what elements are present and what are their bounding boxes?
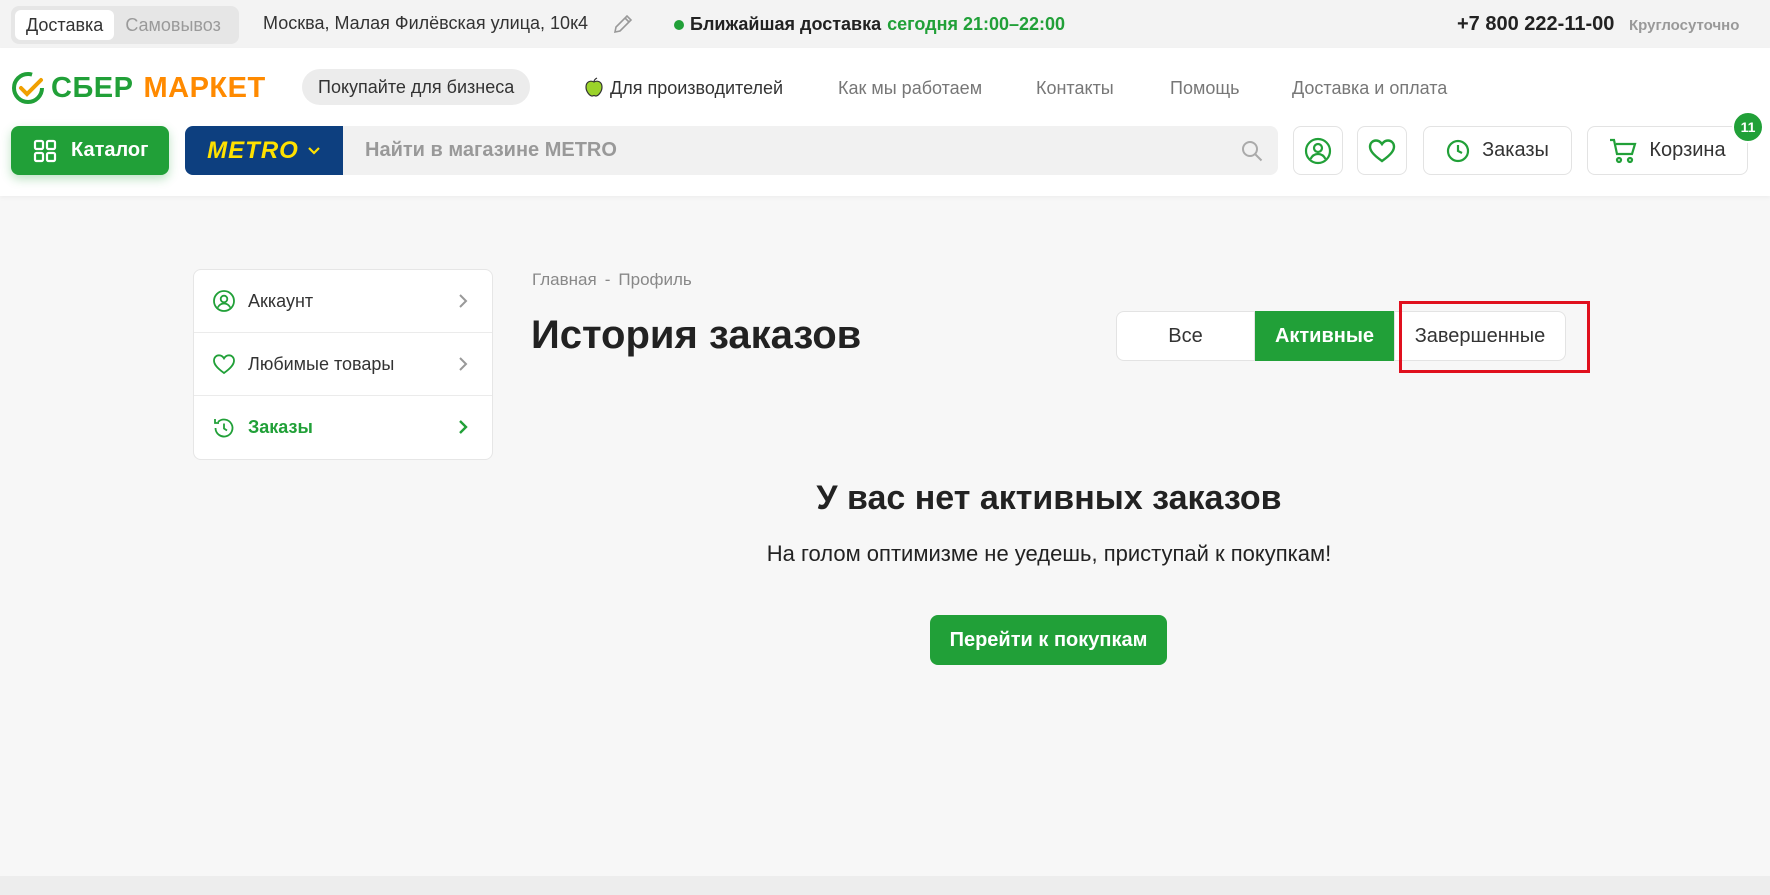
catalog-button[interactable]: Каталог: [11, 126, 169, 175]
header: СБЕР МАРКЕТ Покупайте для бизнеса Для пр…: [0, 48, 1770, 196]
support-hours: Круглосуточно: [1629, 17, 1740, 34]
store-selector[interactable]: METRO: [185, 126, 343, 175]
nav-help[interactable]: Помощь: [1170, 78, 1240, 99]
logo-text-market: МАРКЕТ: [143, 71, 266, 104]
sidebar-item-label: Заказы: [248, 417, 313, 437]
cart-button[interactable]: Корзина: [1587, 126, 1748, 175]
chevron-right-icon: [459, 420, 468, 434]
sbermarket-logo[interactable]: СБЕР МАРКЕТ: [11, 71, 266, 105]
heart-icon: [213, 354, 235, 375]
store-name: METRO: [207, 136, 299, 164]
sidebar-item-orders[interactable]: Заказы: [194, 396, 492, 459]
cart-count-badge: 11: [1732, 111, 1764, 143]
go-shopping-button[interactable]: Перейти к покупкам: [930, 615, 1167, 665]
history-icon: [214, 418, 234, 437]
sidebar-item-label: Любимые товары: [248, 353, 395, 374]
grid-icon: [33, 139, 57, 162]
search-icon[interactable]: [1240, 139, 1264, 163]
breadcrumb-home[interactable]: Главная: [532, 270, 597, 290]
apple-icon: [585, 77, 603, 97]
user-icon: [213, 290, 235, 312]
user-icon: [1304, 137, 1332, 164]
orders-button[interactable]: Заказы: [1423, 126, 1572, 175]
mode-pickup[interactable]: Самовывоз: [114, 10, 232, 40]
logo-check-icon: [12, 72, 44, 104]
tab-all[interactable]: Все: [1116, 311, 1255, 361]
business-button[interactable]: Покупайте для бизнеса: [302, 69, 531, 105]
heart-icon: [1368, 138, 1396, 162]
catalog-label: Каталог: [71, 139, 149, 161]
nav-delivery-payment[interactable]: Доставка и оплата: [1292, 78, 1447, 99]
nearest-delivery: Ближайшая доставка сегодня 21:00–22:00: [674, 14, 1065, 35]
support-phone[interactable]: +7 800 222-11-00: [1457, 13, 1614, 36]
nearest-delivery-time: сегодня 21:00–22:00: [887, 14, 1066, 34]
pencil-icon[interactable]: [611, 12, 635, 36]
empty-state-title: У вас нет активных заказов: [816, 479, 1282, 517]
cart-icon: [1610, 138, 1637, 163]
highlight-box: [1399, 301, 1590, 373]
chevron-right-icon: [459, 294, 468, 308]
orders-label: Заказы: [1482, 139, 1549, 161]
delivery-address[interactable]: Москва, Малая Филёвская улица, 10к4: [263, 13, 588, 34]
page-title: История заказов: [531, 313, 862, 357]
logo-text-sber: СБЕР: [51, 71, 134, 104]
tab-active[interactable]: Активные: [1255, 311, 1394, 361]
sidebar-item-account[interactable]: Аккаунт: [194, 270, 492, 333]
nav-contacts[interactable]: Контакты: [1036, 78, 1114, 99]
breadcrumb: Главная - Профиль: [532, 270, 692, 290]
mode-delivery[interactable]: Доставка: [15, 10, 115, 40]
favorites-button[interactable]: [1357, 126, 1407, 175]
clock-icon: [1446, 139, 1470, 162]
sidebar-item-favorites[interactable]: Любимые товары: [194, 333, 492, 396]
nav-producers[interactable]: Для производителей: [610, 78, 783, 99]
footer: [0, 876, 1770, 895]
nearest-delivery-label: Ближайшая доставка: [690, 14, 882, 34]
cart-label: Корзина: [1649, 139, 1726, 161]
sidebar-item-label: Аккаунт: [248, 290, 314, 311]
chevron-down-icon: [308, 146, 320, 155]
top-strip: Доставка Самовывоз Москва, Малая Филёвск…: [0, 0, 1770, 48]
delivery-mode-switch: Доставка Самовывоз: [11, 6, 239, 44]
profile-button[interactable]: [1293, 126, 1343, 175]
status-dot-icon: [674, 19, 684, 30]
profile-sidebar: Аккаунт Любимые товары Заказы: [193, 269, 493, 460]
empty-state-subtitle: На голом оптимизме не уедешь, приступай …: [766, 541, 1332, 566]
nav-how-we-work[interactable]: Как мы работаем: [838, 78, 982, 99]
breadcrumb-profile[interactable]: Профиль: [618, 270, 691, 290]
chevron-right-icon: [459, 357, 468, 371]
search-input[interactable]: [343, 126, 1278, 175]
breadcrumb-separator: -: [604, 270, 611, 289]
